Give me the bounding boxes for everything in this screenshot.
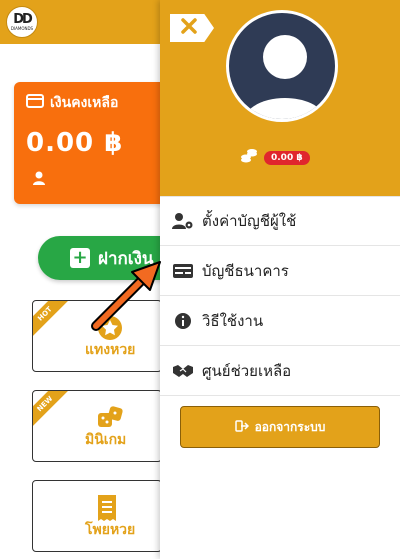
menu-item-bank-account[interactable]: บัญชีธนาคาร — [160, 246, 400, 296]
user-gear-icon — [172, 212, 194, 230]
sign-out-icon — [234, 419, 249, 435]
new-ribbon: NEW — [33, 391, 72, 431]
tile-lottery-slip[interactable]: โพยหวย — [32, 480, 162, 552]
menu-item-label: วิธีใช้งาน — [202, 311, 264, 330]
close-icon — [180, 17, 198, 39]
drawer-menu: ตั้งค่าบัญชีผู้ใช้ บัญชีธนาคาร วิธีใช้งา… — [160, 196, 400, 396]
pointer-arrow-icon — [86, 248, 176, 342]
menu-item-label: ตั้งค่าบัญชีผู้ใช้ — [202, 212, 297, 230]
menu-item-label: ศูนย์ช่วยเหลือ — [202, 361, 292, 380]
logout-label: ออกจากระบบ — [254, 419, 326, 434]
balance-card: เงินคงเหลือ 0.00 ฿ — [14, 82, 174, 204]
menu-item-label: บัญชีธนาคาร — [202, 261, 289, 280]
logo-mark: DD — [13, 12, 33, 27]
logo-text: DIAMONDS — [10, 26, 34, 31]
menu-item-account-settings[interactable]: ตั้งค่าบัญชีผู้ใช้ — [160, 196, 400, 246]
handshake-icon — [172, 363, 194, 379]
site-logo[interactable]: DD DIAMONDS — [6, 6, 38, 38]
menu-item-help-center[interactable]: ศูนย์ช่วยเหลือ — [160, 346, 400, 396]
avatar — [226, 10, 338, 122]
tile-label: มินิเกม — [85, 432, 127, 448]
balance-label: เงินคงเหลือ — [50, 95, 119, 111]
tile-label: แทงหวย — [85, 342, 136, 358]
coin-balance: 0.00 ฿ — [240, 148, 310, 167]
wallet-icon — [26, 94, 44, 112]
tile-label: โพยหวย — [85, 522, 136, 538]
menu-item-how-to-use[interactable]: วิธีใช้งาน — [160, 296, 400, 346]
user-icon — [32, 170, 46, 189]
side-drawer: 0.00 ฿ ตั้งค่าบัญชีผู้ใช้ บัญชีธนาคาร วิ… — [160, 0, 400, 559]
tile-minigame[interactable]: NEW มินิเกม — [32, 390, 162, 462]
logout-button[interactable]: ออกจากระบบ — [180, 406, 380, 448]
coin-badge: 0.00 ฿ — [264, 150, 310, 165]
coins-icon — [240, 148, 258, 167]
balance-amount: 0.00 ฿ — [26, 128, 124, 158]
hot-ribbon: HOT — [33, 301, 72, 341]
